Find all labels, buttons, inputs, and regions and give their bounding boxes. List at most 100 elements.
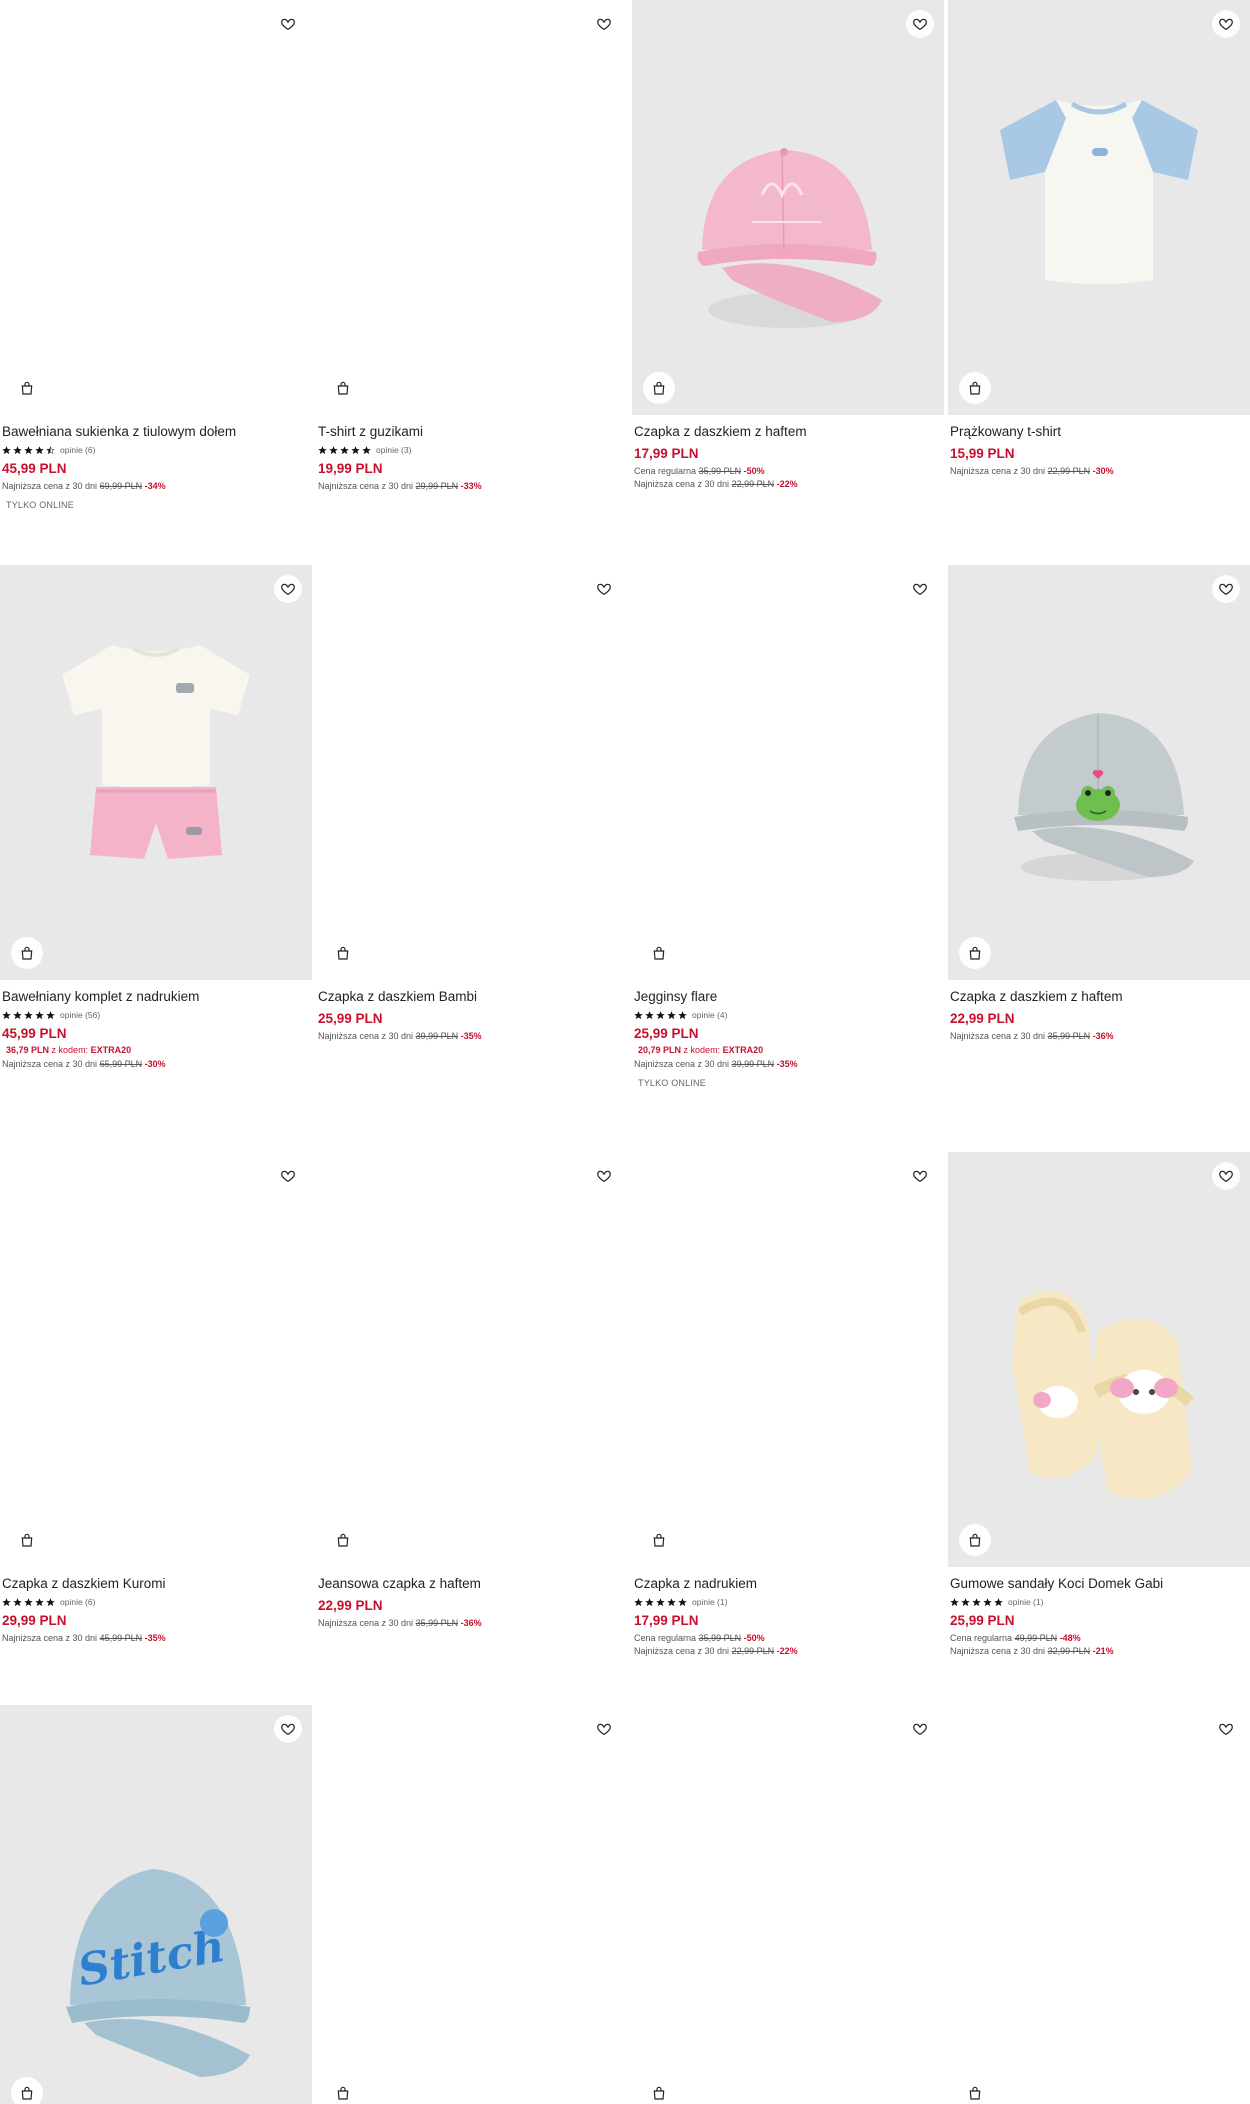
product-name[interactable]: Bawełniana sukienka z tiulowym dołem	[2, 423, 310, 441]
star-icon	[994, 1597, 1003, 1606]
product-image[interactable]	[0, 565, 312, 980]
lowest-price-value: 45,99 PLN	[99, 1633, 143, 1643]
lowest-price-value: 39,99 PLN	[415, 1031, 459, 1041]
product-card[interactable]: Jeansowa czapka z haftem 22,99 PLN Najni…	[316, 1152, 628, 1629]
product-card[interactable]: Bawełniany komplet z nadrukiem opinie (5…	[0, 565, 312, 1070]
wishlist-button[interactable]	[274, 10, 302, 38]
review-count[interactable]: opinie (4)	[692, 1010, 727, 1020]
add-to-cart-button[interactable]	[643, 372, 675, 404]
add-to-cart-button[interactable]	[11, 2077, 43, 2104]
wishlist-button[interactable]	[590, 1162, 618, 1190]
wishlist-button[interactable]	[1212, 1162, 1240, 1190]
product-image[interactable]	[316, 0, 628, 415]
product-card[interactable]: Gumowe sandały Koci Domek Gabi opinie (1…	[948, 1152, 1250, 1657]
review-count[interactable]: opinie (56)	[60, 1010, 100, 1020]
rating-stars	[634, 1010, 687, 1020]
product-name[interactable]: T-shirt z guzikami	[318, 423, 626, 441]
product-name[interactable]: Czapka z daszkiem Kuromi	[2, 1575, 310, 1593]
product-card[interactable]: Czapka z daszkiem z haftem 17,99 PLN Cen…	[632, 0, 944, 490]
regular-price-value: 35,99 PLN	[698, 1633, 742, 1643]
add-to-cart-button[interactable]	[959, 372, 991, 404]
lowest-price-discount: -36%	[460, 1618, 482, 1628]
add-to-cart-button[interactable]	[327, 2077, 359, 2104]
product-image[interactable]	[316, 1705, 628, 2104]
product-image[interactable]	[0, 0, 312, 415]
product-image[interactable]	[948, 565, 1250, 980]
product-card[interactable]: Prążkowany t-shirt 15,99 PLN Najniższa c…	[948, 0, 1250, 477]
wishlist-button[interactable]	[274, 1715, 302, 1743]
lowest-price-discount: -33%	[460, 481, 482, 491]
wishlist-button[interactable]	[1212, 575, 1240, 603]
product-image[interactable]	[632, 565, 944, 980]
product-card[interactable]: Czapka z daszkiem Bambi 25,99 PLN Najniż…	[316, 565, 628, 1042]
product-image[interactable]: Stitch	[0, 1705, 312, 2104]
product-name[interactable]: Gumowe sandały Koci Domek Gabi	[950, 1575, 1248, 1593]
wishlist-button[interactable]	[274, 575, 302, 603]
product-name[interactable]: Czapka z daszkiem z haftem	[634, 423, 942, 441]
wishlist-button[interactable]	[1212, 1715, 1240, 1743]
product-name[interactable]: Jeansowa czapka z haftem	[318, 1575, 626, 1593]
add-to-cart-button[interactable]	[643, 2077, 675, 2104]
product-card[interactable]: Jegginsy flare opinie (4) 25,99 PLN 20,7…	[632, 565, 944, 1088]
heart-icon	[597, 1723, 611, 1736]
heart-icon	[1219, 583, 1233, 596]
product-image[interactable]	[948, 1152, 1250, 1567]
product-name[interactable]: Czapka z nadrukiem	[634, 1575, 942, 1593]
add-to-cart-button[interactable]	[327, 937, 359, 969]
product-name[interactable]: Jegginsy flare	[634, 988, 942, 1006]
product-image[interactable]	[632, 1152, 944, 1567]
add-to-cart-button[interactable]	[11, 372, 43, 404]
product-name[interactable]: Prążkowany t-shirt	[950, 423, 1248, 441]
add-to-cart-button[interactable]	[959, 937, 991, 969]
review-count[interactable]: opinie (6)	[60, 1597, 95, 1607]
wishlist-button[interactable]	[590, 575, 618, 603]
wishlist-button[interactable]	[1212, 10, 1240, 38]
wishlist-button[interactable]	[906, 575, 934, 603]
lowest-price-value: 22,99 PLN	[731, 479, 775, 489]
wishlist-button[interactable]	[274, 1162, 302, 1190]
lowest-price-value: 65,99 PLN	[99, 1059, 143, 1069]
product-image[interactable]	[948, 1705, 1250, 2104]
product-image[interactable]	[632, 1705, 944, 2104]
product-name[interactable]: Czapka z daszkiem Bambi	[318, 988, 626, 1006]
lowest-price-label: Najniższa cena z 30 dni	[2, 1633, 98, 1643]
product-card[interactable]: Stitch	[0, 1705, 312, 2104]
wishlist-button[interactable]	[590, 1715, 618, 1743]
heart-icon	[597, 18, 611, 31]
review-count[interactable]: opinie (3)	[376, 445, 411, 455]
product-price: 45,99 PLN	[2, 1026, 67, 1041]
product-image[interactable]	[632, 0, 944, 415]
product-card[interactable]: Czapka z nadrukiem opinie (1) 17,99 PLN …	[632, 1152, 944, 1657]
promo-price-value: 20,79 PLN	[638, 1045, 682, 1055]
add-to-cart-button[interactable]	[643, 937, 675, 969]
add-to-cart-button[interactable]	[643, 1524, 675, 1556]
product-card[interactable]: T-shirt z guzikami opinie (3) 19,99 PLN …	[316, 0, 628, 492]
product-name[interactable]: Czapka z daszkiem z haftem	[950, 988, 1248, 1006]
product-image[interactable]	[316, 1152, 628, 1567]
add-to-cart-button[interactable]	[327, 1524, 359, 1556]
wishlist-button[interactable]	[906, 1715, 934, 1743]
add-to-cart-button[interactable]	[11, 937, 43, 969]
product-image[interactable]	[948, 0, 1250, 415]
product-image[interactable]	[0, 1152, 312, 1567]
shopping-bag-icon	[969, 381, 981, 395]
wishlist-button[interactable]	[590, 10, 618, 38]
review-count[interactable]: opinie (6)	[60, 445, 95, 455]
product-card[interactable]	[948, 1705, 1250, 2104]
product-card[interactable]	[316, 1705, 628, 2104]
add-to-cart-button[interactable]	[11, 1524, 43, 1556]
product-card[interactable]: Bawełniana sukienka z tiulowym dołem opi…	[0, 0, 312, 510]
wishlist-button[interactable]	[906, 1162, 934, 1190]
product-card[interactable]: Czapka z daszkiem z haftem 22,99 PLN Naj…	[948, 565, 1250, 1042]
add-to-cart-button[interactable]	[959, 2077, 991, 2104]
add-to-cart-button[interactable]	[327, 372, 359, 404]
add-to-cart-button[interactable]	[959, 1524, 991, 1556]
product-card[interactable]	[632, 1705, 944, 2104]
review-count[interactable]: opinie (1)	[692, 1597, 727, 1607]
review-count[interactable]: opinie (1)	[1008, 1597, 1043, 1607]
wishlist-button[interactable]	[906, 10, 934, 38]
product-card[interactable]: Czapka z daszkiem Kuromi opinie (6) 29,9…	[0, 1152, 312, 1644]
product-image[interactable]	[316, 565, 628, 980]
product-name[interactable]: Bawełniany komplet z nadrukiem	[2, 988, 310, 1006]
lowest-price-discount: -21%	[1092, 1646, 1114, 1656]
